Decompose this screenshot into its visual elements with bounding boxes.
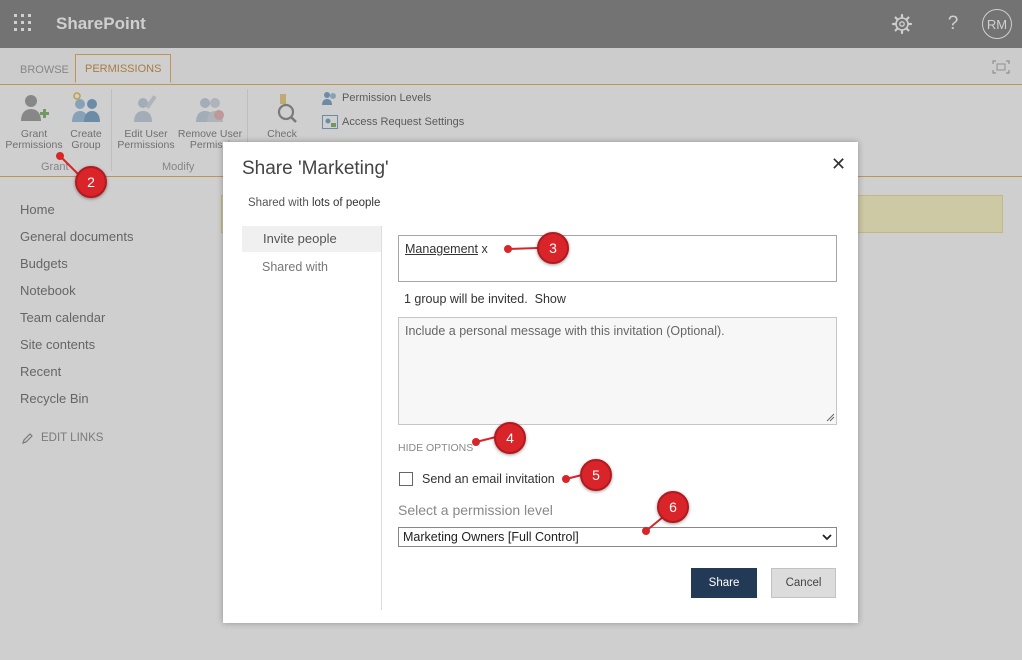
shared-with-link[interactable]: lots of people [312,197,380,209]
shared-with-summary: Shared with lots of people [248,197,381,209]
send-email-option: Send an email invitation [399,472,555,486]
invite-summary: 1 group will be invited. Show [404,292,566,306]
callout-marker: 4 [494,422,526,454]
hide-options-link[interactable]: HIDE OPTIONS [398,442,473,454]
callout-marker: 3 [537,232,569,264]
cancel-button[interactable]: Cancel [771,568,836,598]
invite-token-name[interactable]: Management [405,242,478,256]
permission-level-select[interactable]: Marketing Owners [Full Control] [398,527,837,547]
close-icon[interactable]: ✕ [831,154,846,175]
permission-level-label: Select a permission level [398,502,553,518]
callout-marker: 2 [75,166,107,198]
show-link[interactable]: Show [535,292,566,306]
people-picker-input[interactable]: Management x [398,235,837,282]
personal-message-textarea[interactable]: Include a personal message with this inv… [398,317,837,425]
permission-level-value: Marketing Owners [Full Control] [403,530,579,544]
share-button[interactable]: Share [691,568,757,598]
remove-token-button[interactable]: x [478,242,487,256]
tab-invite-people[interactable]: Invite people [242,226,382,252]
chevron-down-icon [822,534,832,541]
callout-marker: 6 [657,491,689,523]
send-email-label[interactable]: Send an email invitation [422,472,555,486]
invite-token: Management x [405,242,488,256]
callout-marker: 5 [580,459,612,491]
resize-grip-icon[interactable] [825,412,835,422]
send-email-checkbox[interactable] [399,472,413,486]
tab-shared-with[interactable]: Shared with [262,260,328,274]
share-dialog: Share 'Marketing' ✕ Shared with lots of … [223,142,858,623]
dialog-divider [381,226,382,610]
dialog-title: Share 'Marketing' [242,158,389,179]
